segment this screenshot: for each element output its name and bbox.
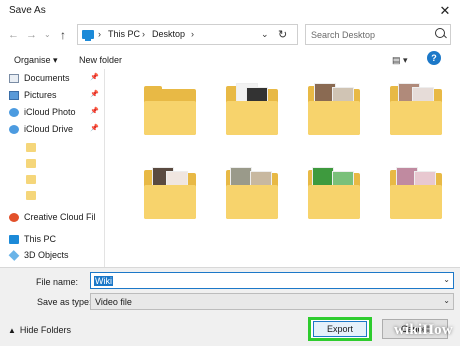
forward-arrow-icon[interactable]: → (26, 29, 37, 41)
folder-icon (144, 101, 196, 135)
sidebar-item-label: 3D Objects (24, 250, 69, 260)
folder-item[interactable] (140, 79, 200, 145)
save-as-type-value: Video file (95, 297, 132, 307)
refresh-icon[interactable]: ↻ (278, 28, 287, 41)
sidebar-item-label: iCloud Drive (24, 124, 74, 134)
sidebar-item-documents[interactable]: Documents 📌 (0, 72, 104, 86)
folder-item[interactable] (222, 79, 282, 145)
folder-item[interactable] (304, 163, 364, 229)
documents-icon (9, 74, 19, 83)
file-name-value[interactable]: Wiki (94, 276, 113, 286)
sidebar-item-creative-cloud[interactable]: Creative Cloud Fil (0, 211, 104, 225)
save-as-type-select[interactable]: Video file ⌄ (90, 293, 454, 310)
folder-icon (390, 101, 442, 135)
view-options-button[interactable]: ▤ ▾ (392, 55, 408, 66)
search-box[interactable] (305, 24, 451, 45)
folder-icon (144, 185, 196, 219)
breadcrumb-desktop[interactable]: Desktop (152, 29, 185, 39)
folder-icon[interactable] (26, 191, 36, 200)
breadcrumb-separator[interactable]: › (142, 29, 145, 39)
folder-item[interactable] (222, 163, 282, 229)
up-arrow-icon[interactable]: ↑ (60, 28, 66, 42)
icloud-photos-icon (9, 108, 19, 117)
folder-item[interactable] (386, 79, 446, 145)
recent-locations-icon[interactable]: ⌄ (44, 30, 51, 39)
search-input[interactable] (311, 28, 429, 41)
sidebar-item-label: Pictures (24, 90, 57, 100)
pin-icon: 📌 (90, 125, 99, 132)
wikihow-watermark: wikiHow (394, 322, 453, 338)
sidebar-item-label: Documents (24, 73, 70, 83)
navigation-pane: Documents 📌 Pictures 📌 iCloud Photo 📌 iC… (0, 69, 105, 267)
folder-icon[interactable] (26, 159, 36, 168)
chevron-down-icon[interactable]: ⌄ (443, 275, 450, 284)
back-arrow-icon[interactable]: ← (8, 29, 19, 41)
sidebar-item-label: iCloud Photo (24, 107, 76, 117)
export-button-label: Export (313, 321, 367, 337)
folder-icon (308, 185, 360, 219)
new-folder-button[interactable]: New folder (79, 55, 122, 65)
pc-icon (9, 235, 19, 244)
folder-icon (226, 101, 278, 135)
sidebar-item-icloud-photos[interactable]: iCloud Photo 📌 (0, 106, 104, 120)
save-form: File name: Wiki ⌄ Save as type: Video fi… (0, 267, 460, 346)
creative-cloud-icon (9, 213, 19, 222)
this-pc-icon (82, 30, 94, 41)
address-bar[interactable]: › This PC › Desktop › ⌄ ↻ (77, 24, 298, 45)
folder-icon[interactable] (26, 175, 36, 184)
folder-icon (226, 185, 278, 219)
pin-icon: 📌 (90, 108, 99, 115)
file-list[interactable] (110, 69, 450, 267)
pin-icon: 📌 (90, 91, 99, 98)
breadcrumb-separator[interactable]: › (191, 29, 194, 39)
save-as-type-label: Save as type: (37, 297, 92, 307)
folder-item[interactable] (140, 163, 200, 229)
close-button[interactable]: ✕ (436, 2, 454, 20)
search-icon[interactable] (435, 28, 445, 38)
export-button[interactable]: Export (308, 317, 372, 341)
pin-icon: 📌 (90, 74, 99, 81)
breadcrumb-separator[interactable]: › (98, 29, 101, 39)
hide-folders-label: Hide Folders (19, 325, 71, 335)
file-name-field[interactable]: Wiki ⌄ (90, 272, 454, 289)
window-title: Save As (9, 5, 46, 16)
organise-button[interactable]: Organise ▾ (14, 55, 58, 66)
file-name-label: File name: (36, 277, 79, 287)
chevron-up-icon: ▲ (8, 326, 16, 335)
sidebar-item-label: This PC (24, 234, 57, 244)
sidebar-item-label: Creative Cloud Fil (24, 212, 96, 222)
chevron-down-icon[interactable]: ⌄ (443, 296, 450, 305)
hide-folders-button[interactable]: ▲ Hide Folders (8, 325, 71, 335)
folder-icon[interactable] (26, 143, 36, 152)
sidebar-item-pictures[interactable]: Pictures 📌 (0, 89, 104, 103)
folder-icon (308, 101, 360, 135)
chevron-down-icon[interactable]: ⌄ (261, 29, 269, 40)
icloud-drive-icon (9, 125, 19, 134)
folder-item[interactable] (304, 79, 364, 145)
sidebar-item-3d-objects[interactable]: 3D Objects (0, 249, 104, 263)
3d-objects-icon (8, 250, 20, 261)
title-bar: Save As ✕ (0, 0, 460, 22)
pictures-icon (9, 91, 19, 100)
sidebar-item-this-pc[interactable]: This PC (0, 233, 104, 247)
folder-item[interactable] (386, 163, 446, 229)
folder-icon (390, 185, 442, 219)
help-icon[interactable]: ? (427, 51, 441, 65)
breadcrumb-this-pc[interactable]: This PC (108, 29, 140, 39)
sidebar-item-icloud-drive[interactable]: iCloud Drive 📌 (0, 123, 104, 137)
